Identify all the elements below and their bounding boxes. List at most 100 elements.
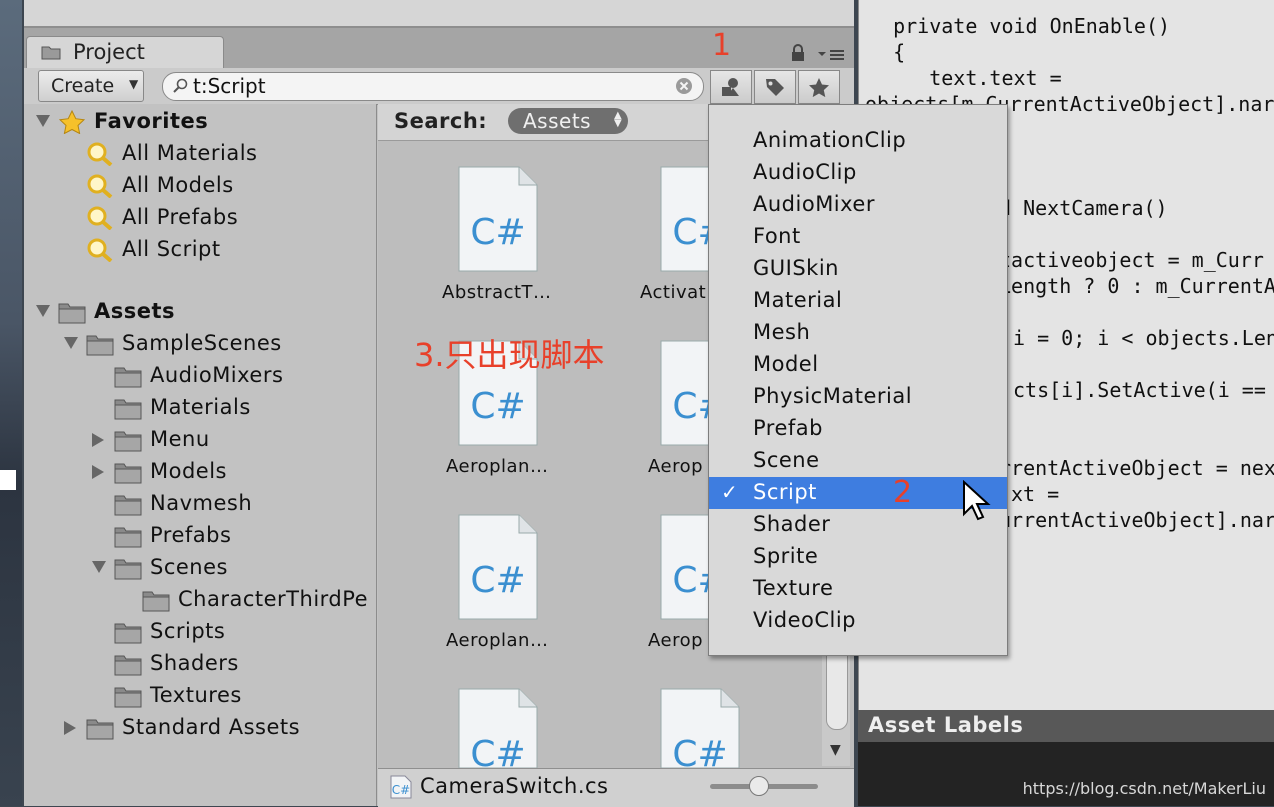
star-icon xyxy=(809,78,829,97)
search-scope-dropdown[interactable]: Assets ▲ ▼ xyxy=(508,108,628,134)
file-name: Activat xyxy=(640,282,707,303)
project-tab-label: Project xyxy=(73,40,145,64)
dropdown-item-label: Font xyxy=(753,224,801,248)
folder-icon xyxy=(114,367,142,388)
tree-item-label: Scenes xyxy=(150,555,228,579)
csharp-file-icon[interactable]: C# xyxy=(458,166,538,272)
search-value: t:Script xyxy=(193,74,266,98)
dropdown-item[interactable]: Prefab xyxy=(709,413,1007,445)
panel-menu-icon[interactable] xyxy=(818,48,846,62)
dropdown-item-label: AnimationClip xyxy=(753,128,907,152)
expand-arrow-icon[interactable] xyxy=(92,561,106,573)
annotation-step-3: 3.只出现脚本 xyxy=(414,336,605,374)
folder-icon xyxy=(114,687,142,708)
dropdown-item-label: AudioClip xyxy=(753,160,857,184)
code-line: { xyxy=(869,40,906,64)
dropdown-item[interactable]: AudioClip xyxy=(709,157,1007,189)
folder-icon xyxy=(114,655,142,676)
file-name: Aeroplan… xyxy=(446,630,549,651)
icon-size-slider-thumb[interactable] xyxy=(748,776,769,796)
folder-icon xyxy=(58,303,86,324)
dropdown-item[interactable]: Font xyxy=(709,221,1007,253)
dropdown-item[interactable]: Sprite xyxy=(709,541,1007,573)
folder-icon xyxy=(114,623,142,644)
project-tab[interactable]: Project xyxy=(26,36,224,69)
dropdown-item-label: Material xyxy=(753,288,843,312)
search-by-label-button[interactable] xyxy=(754,70,796,104)
assets-label: Assets xyxy=(94,299,176,323)
file-name: Aerop xyxy=(648,456,704,477)
scroll-down-icon[interactable]: ▼ xyxy=(830,742,841,758)
expand-arrow-icon[interactable] xyxy=(64,721,76,735)
tree-item-label: CharacterThirdPe xyxy=(178,587,369,611)
panel-top-sliver xyxy=(24,0,854,28)
search-icon xyxy=(87,174,113,198)
dropdown-item[interactable]: PhysicMaterial xyxy=(709,381,1007,413)
up-down-icon: ▲ ▼ xyxy=(614,110,622,129)
search-by-type-button[interactable] xyxy=(710,70,752,104)
tree-item-label: Textures xyxy=(150,683,242,707)
expand-arrow-icon[interactable] xyxy=(92,465,104,479)
favorite-item-label: All Prefabs xyxy=(122,205,239,229)
dropdown-item-label: Script xyxy=(753,480,817,504)
svg-text:C#: C# xyxy=(470,560,525,601)
dropdown-item-label: AudioMixer xyxy=(753,192,875,216)
dropdown-item-label: Scene xyxy=(753,448,820,472)
folder-icon xyxy=(41,46,61,60)
type-filter-dropdown: AnimationClip AudioClip AudioMixer Font … xyxy=(708,104,1008,656)
dropdown-item[interactable]: VideoClip xyxy=(709,605,1007,637)
dropdown-item-label: GUISkin xyxy=(753,256,839,280)
save-search-button[interactable] xyxy=(798,70,840,104)
csharp-file-icon[interactable]: C# xyxy=(458,514,538,620)
csharp-file-icon[interactable]: C# xyxy=(458,688,538,768)
tree-item-label: Scripts xyxy=(150,619,226,643)
dropdown-item[interactable]: AudioMixer xyxy=(709,189,1007,221)
expand-arrow-icon[interactable] xyxy=(64,337,78,349)
lock-icon[interactable] xyxy=(790,44,806,62)
search-icon xyxy=(87,142,113,166)
tree-item-label: Standard Assets xyxy=(122,715,301,739)
code-line: Length ? 0 : m_CurrentA xyxy=(999,274,1274,298)
search-icon xyxy=(173,78,188,93)
dropdown-item[interactable]: GUISkin xyxy=(709,253,1007,285)
dropdown-item[interactable]: AnimationClip xyxy=(709,125,1007,157)
tree-item[interactable]: CharacterThirdPe xyxy=(142,584,376,614)
dropdown-item[interactable]: Model xyxy=(709,349,1007,381)
search-input[interactable]: t:Script xyxy=(162,72,704,101)
svg-text:C#: C# xyxy=(470,386,525,427)
dropdown-item-label: PhysicMaterial xyxy=(753,384,913,408)
tree-item-label: Prefabs xyxy=(150,523,232,547)
checkmark-icon: ✓ xyxy=(721,480,739,504)
code-line: private void OnEnable() xyxy=(869,14,1171,38)
folder-icon xyxy=(114,463,142,484)
csharp-file-icon[interactable]: C# xyxy=(660,688,740,768)
create-label: Create xyxy=(51,75,115,97)
shapes-icon xyxy=(722,78,739,96)
dropdown-item-label: Model xyxy=(753,352,819,376)
favorite-item-label: All Script xyxy=(122,237,221,261)
annotation-step-2: 2 xyxy=(893,475,913,510)
asset-labels-header[interactable]: Asset Labels xyxy=(858,710,1274,742)
dropdown-item[interactable]: Texture xyxy=(709,573,1007,605)
selected-file-name: CameraSwitch.cs xyxy=(420,774,609,798)
tree-item-label: Materials xyxy=(150,395,251,419)
search-scope-value: Assets xyxy=(523,109,592,133)
tree-item-label: Menu xyxy=(150,427,210,451)
dropdown-item-label: Shader xyxy=(753,512,831,536)
expand-arrow-icon[interactable] xyxy=(36,115,50,127)
dropdown-item[interactable]: Scene xyxy=(709,445,1007,477)
dropdown-item-label: Mesh xyxy=(753,320,811,344)
folder-icon xyxy=(114,559,142,580)
code-line: xt = xyxy=(1011,482,1060,506)
expand-arrow-icon[interactable] xyxy=(36,305,50,317)
dropdown-item[interactable]: Mesh xyxy=(709,317,1007,349)
expand-arrow-icon[interactable] xyxy=(92,433,104,447)
create-button[interactable]: Create ▼ xyxy=(38,70,144,102)
folder-icon xyxy=(86,335,114,356)
code-line: i = 0; i < objects.Lengt xyxy=(1013,326,1274,350)
asset-labels-title: Asset Labels xyxy=(868,713,1024,737)
clear-search-icon[interactable] xyxy=(675,77,693,95)
star-icon xyxy=(58,110,86,134)
code-line: tactiveobject = m_Curr xyxy=(999,248,1264,272)
dropdown-item[interactable]: Material xyxy=(709,285,1007,317)
